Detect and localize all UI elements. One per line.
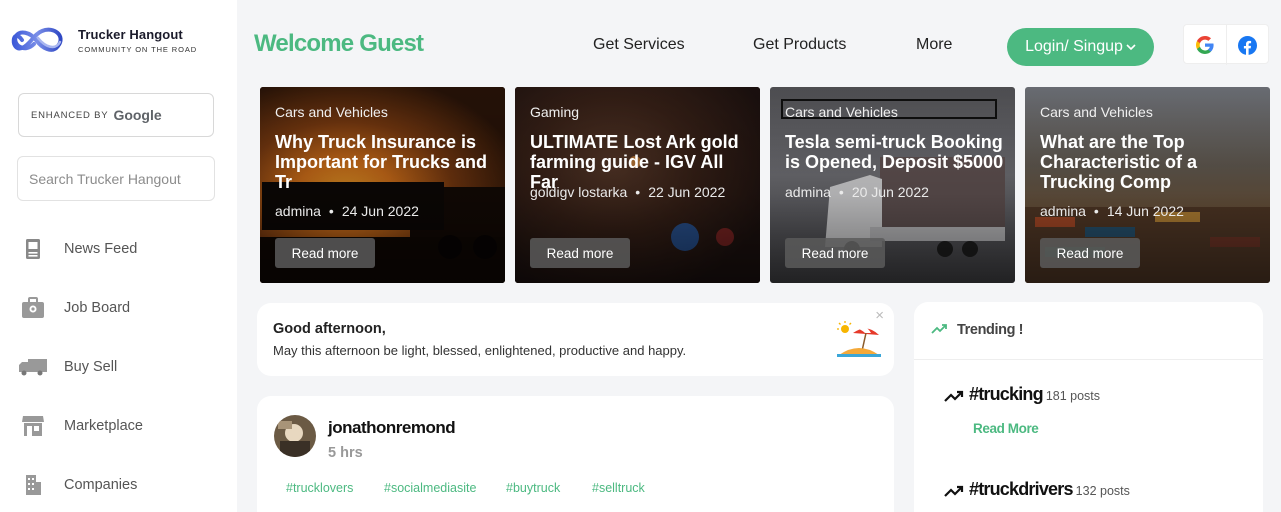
sidebar-item-news-feed[interactable]: News Feed <box>18 231 137 267</box>
brand-tagline: COMMUNITY ON THE ROAD <box>78 44 198 54</box>
infinity-logo-icon <box>11 27 63 52</box>
welcome-heading: Welcome Guest <box>254 30 424 57</box>
store-icon <box>18 413 48 439</box>
enhanced-by-label: ENHANCED BY <box>31 109 109 121</box>
truck-icon <box>18 354 48 380</box>
trending-header: Trending ! <box>914 302 1263 360</box>
nav-get-products[interactable]: Get Products <box>753 36 846 54</box>
card-meta: goldigv lostarka • 22 Jun 2022 <box>530 184 726 200</box>
sidebar-item-label: News Feed <box>64 241 138 257</box>
card-category: Cars and Vehicles <box>785 104 898 120</box>
post-hashtag[interactable]: #selltruck <box>592 481 645 495</box>
chevron-down-icon <box>1126 44 1136 51</box>
card-title[interactable]: Tesla semi-truck Booking is Opened, Depo… <box>785 132 1005 172</box>
avatar[interactable] <box>274 415 316 457</box>
brand[interactable]: Trucker Hangout COMMUNITY ON THE ROAD <box>8 22 197 58</box>
site-search-input[interactable] <box>17 156 215 201</box>
google-wordmark: Google <box>113 107 162 123</box>
post-card: jonathonremond 5 hrs #trucklovers #socia… <box>257 396 894 512</box>
sidebar-item-job-board[interactable]: Job Board <box>18 290 130 326</box>
card-category: Cars and Vehicles <box>275 104 388 120</box>
trending-hashtag[interactable]: #truckdrivers <box>969 479 1073 500</box>
trending-title: Trending ! <box>957 322 1024 338</box>
login-signup-label: Login/ Singup <box>1025 38 1123 55</box>
card-meta: admina • 24 Jun 2022 <box>275 203 419 219</box>
card-date: 22 Jun 2022 <box>648 184 726 200</box>
card-meta: admina • 20 Jun 2022 <box>785 184 929 200</box>
read-more-button[interactable]: Read more <box>275 238 375 268</box>
sidebar-item-companies[interactable]: Companies <box>18 467 137 503</box>
post-username[interactable]: jonathonremond <box>328 418 456 438</box>
brand-name: Trucker Hangout <box>78 26 183 42</box>
sidebar-item-label: Companies <box>64 477 138 493</box>
login-signup-button[interactable]: Login/ Singup <box>1007 28 1154 66</box>
greeting-banner: Good afternoon, May this afternoon be li… <box>257 303 894 376</box>
card-author: goldigv lostarka <box>530 184 628 200</box>
sidebar-item-buy-sell[interactable]: Buy Sell <box>18 349 117 385</box>
card-title[interactable]: What are the Top Characteristic of a Tru… <box>1040 132 1260 192</box>
card-author: admina <box>785 184 831 200</box>
trending-up-icon <box>944 485 964 497</box>
card-category: Gaming <box>530 104 580 120</box>
card-author: admina <box>1040 203 1086 219</box>
card-author: admina <box>275 203 321 219</box>
trending-read-more[interactable]: Read More <box>973 421 1039 436</box>
facebook-login-button[interactable] <box>1225 25 1268 65</box>
google-icon <box>1195 36 1214 54</box>
read-more-button[interactable]: Read more <box>785 238 885 268</box>
trending-up-icon <box>944 390 964 402</box>
nav-get-services[interactable]: Get Services <box>593 36 685 54</box>
greeting-message: May this afternoon be light, blessed, en… <box>273 343 687 358</box>
card-title[interactable]: ULTIMATE Lost Ark gold farming guide - I… <box>530 132 750 192</box>
trending-panel: Trending ! #trucking 181 posts Read More… <box>914 302 1263 512</box>
building-icon <box>18 472 48 498</box>
google-custom-search[interactable]: ENHANCED BY Google <box>18 93 214 137</box>
beach-umbrella-icon <box>837 321 881 357</box>
post-hashtag[interactable]: #socialmediasite <box>384 481 476 495</box>
sidebar: Trucker Hangout COMMUNITY ON THE ROAD EN… <box>0 0 237 512</box>
article-card[interactable]: Gaming ULTIMATE Lost Ark gold farming gu… <box>515 87 760 283</box>
article-card[interactable]: Cars and Vehicles Tesla semi-truck Booki… <box>770 87 1015 283</box>
trending-up-icon <box>931 324 947 334</box>
facebook-icon <box>1237 35 1257 55</box>
read-more-button[interactable]: Read more <box>530 238 630 268</box>
sidebar-item-label: Marketplace <box>64 418 143 434</box>
news-feed-icon <box>18 236 48 262</box>
sidebar-item-label: Job Board <box>64 300 131 316</box>
trending-hashtag[interactable]: #trucking <box>969 384 1044 405</box>
card-date: 24 Jun 2022 <box>341 203 419 219</box>
read-more-button[interactable]: Read more <box>1040 238 1140 268</box>
card-title[interactable]: Why Truck Insurance is Important for Tru… <box>275 132 495 192</box>
article-card[interactable]: Cars and Vehicles Why Truck Insurance is… <box>260 87 505 283</box>
job-board-icon <box>18 295 48 321</box>
trending-item[interactable]: #truckdrivers 132 posts <box>944 479 1130 500</box>
greeting-title: Good afternoon, <box>273 321 386 337</box>
card-category: Cars and Vehicles <box>1040 104 1153 120</box>
sidebar-item-marketplace[interactable]: Marketplace <box>18 408 143 444</box>
google-login-button[interactable] <box>1184 25 1226 65</box>
trending-post-count: 132 posts <box>1075 484 1130 498</box>
post-hashtag[interactable]: #trucklovers <box>286 481 353 495</box>
card-date: 14 Jun 2022 <box>1106 203 1184 219</box>
post-hashtag[interactable]: #buytruck <box>506 481 560 495</box>
sidebar-item-label: Buy Sell <box>64 359 118 375</box>
trending-item[interactable]: #trucking 181 posts <box>944 384 1100 405</box>
nav-more[interactable]: More <box>916 36 952 54</box>
article-card[interactable]: Cars and Vehicles What are the Top Chara… <box>1025 87 1270 283</box>
card-date: 20 Jun 2022 <box>851 184 929 200</box>
social-login-group <box>1183 24 1269 65</box>
post-time: 5 hrs <box>328 445 363 461</box>
card-meta: admina • 14 Jun 2022 <box>1040 203 1184 219</box>
trending-post-count: 181 posts <box>1045 389 1101 403</box>
